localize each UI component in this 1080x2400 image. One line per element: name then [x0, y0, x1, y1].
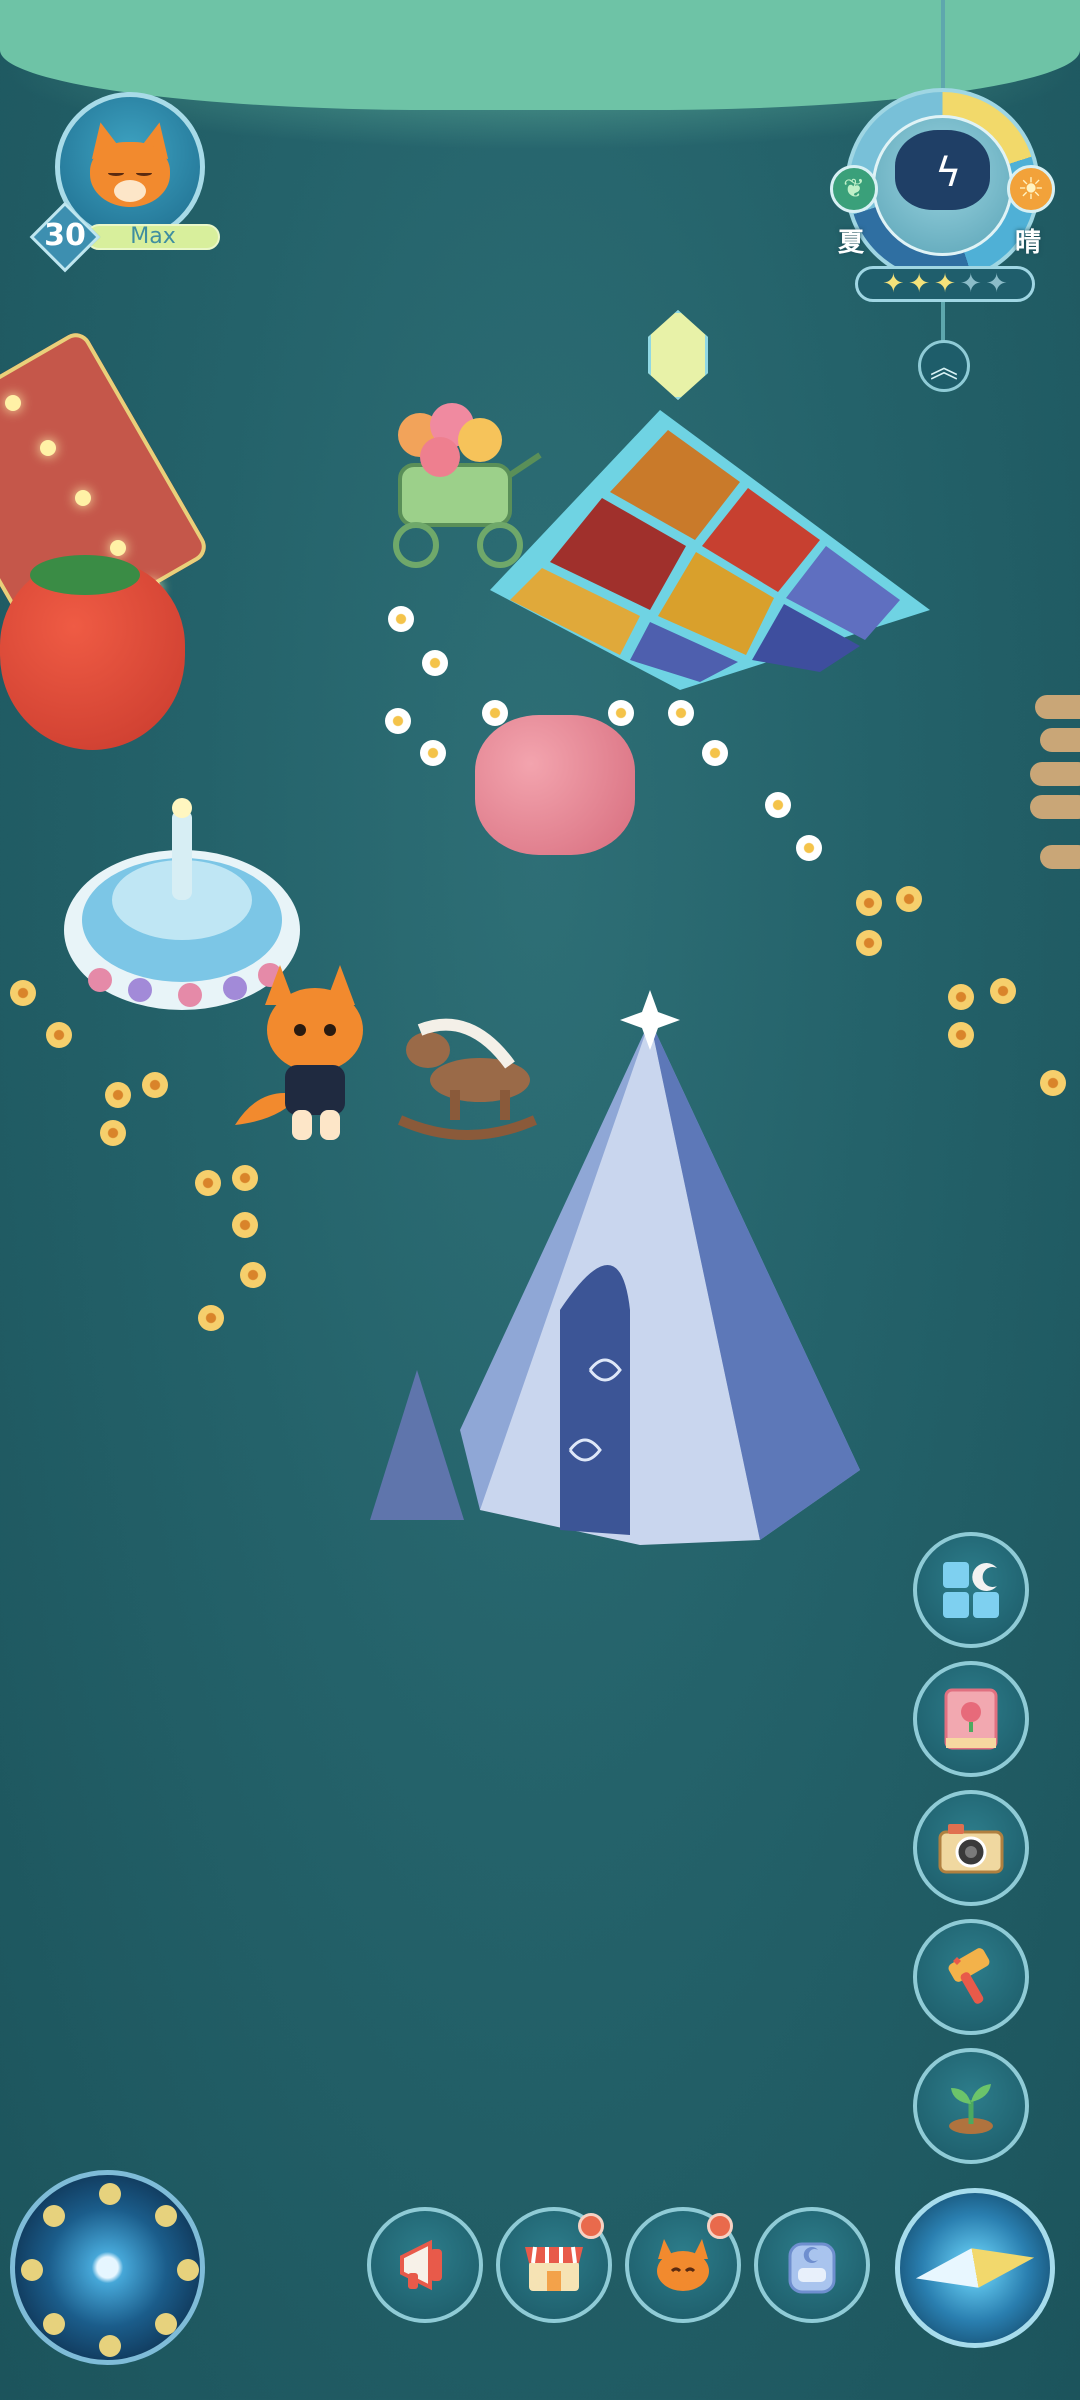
compass-button[interactable]	[895, 2188, 1055, 2348]
yellow-flower	[948, 984, 974, 1010]
sprout-icon	[949, 2084, 993, 2134]
yellow-flower	[948, 1022, 974, 1048]
white-flower	[702, 740, 728, 766]
white-flower	[608, 700, 634, 726]
plant-button[interactable]	[913, 2048, 1029, 2164]
yellow-flower	[240, 1262, 266, 1288]
yellow-flower	[1040, 1070, 1066, 1096]
yellow-flower	[105, 1082, 131, 1108]
fox-avatar-icon	[80, 119, 180, 212]
light-bulb	[40, 440, 56, 456]
yellow-flower	[856, 890, 882, 916]
lightning-icon: ϟ	[935, 150, 962, 196]
fox-character[interactable]	[230, 945, 380, 1150]
compass-needle-icon	[912, 2238, 1037, 2298]
white-flower	[422, 650, 448, 676]
yellow-flower	[46, 1022, 72, 1048]
moon-phase-icon	[21, 2259, 43, 2281]
rose-bush[interactable]	[475, 715, 635, 855]
double-chevron-up-icon: ︽	[929, 351, 958, 384]
leaf-season-icon: ❦	[830, 165, 878, 213]
yellow-flower	[896, 886, 922, 912]
yellow-flower	[195, 1170, 221, 1196]
fox-icon	[657, 2239, 709, 2291]
player-level: 30	[44, 218, 86, 253]
character-button[interactable]	[625, 2207, 741, 2323]
weather-condition-label: 晴	[1015, 228, 1042, 258]
yellow-flower	[990, 978, 1016, 1004]
yellow-flower	[856, 930, 882, 956]
white-flower	[388, 606, 414, 632]
moon-phase-icon	[177, 2259, 199, 2281]
stepping-stone	[1030, 762, 1080, 786]
crystal-pyramid-house[interactable]	[460, 990, 880, 1550]
stepping-stone	[1040, 845, 1080, 869]
moon-phase-icon	[99, 2335, 121, 2357]
yellow-flower	[232, 1212, 258, 1238]
moon-phase-icon	[155, 2313, 177, 2335]
yellow-flower	[100, 1120, 126, 1146]
white-flower	[420, 740, 446, 766]
notification-badge	[707, 2213, 733, 2239]
stepping-stone	[1035, 695, 1080, 719]
light-bulb	[5, 395, 21, 411]
announcement-button[interactable]	[367, 2207, 483, 2323]
stained-glass-greenhouse[interactable]	[490, 410, 930, 690]
moon-phase-icon	[43, 2205, 65, 2227]
level-max-label: Max	[130, 224, 176, 249]
build-mode-button[interactable]	[913, 1532, 1029, 1648]
light-bulb	[75, 490, 91, 506]
expand-weather-button[interactable]: ︽	[918, 340, 970, 392]
yellow-flower	[232, 1165, 258, 1191]
stepping-stone	[1030, 795, 1080, 819]
star-icon: ✦	[985, 269, 1008, 299]
hammer-icon	[948, 1948, 990, 2004]
white-flower	[765, 792, 791, 818]
white-flower	[385, 708, 411, 734]
moon-phase-icon	[43, 2313, 65, 2335]
megaphone-icon	[400, 2239, 442, 2291]
white-flower	[796, 835, 822, 861]
greenhouse-lamp	[648, 310, 708, 400]
star-icon: ✦	[959, 269, 982, 299]
camera-button[interactable]	[913, 1790, 1029, 1906]
book-icon	[944, 1688, 998, 1750]
star-icon: ✦	[908, 269, 931, 299]
light-bulb	[110, 540, 126, 556]
flower-guide-button[interactable]	[913, 1661, 1029, 1777]
shop-button[interactable]	[496, 2207, 612, 2323]
notification-badge	[578, 2213, 604, 2239]
moon-phase-icon	[99, 2183, 121, 2205]
shop-icon	[525, 2246, 583, 2291]
small-crystal-tree	[370, 1370, 464, 1520]
camera-icon	[938, 1824, 1004, 1874]
flower-cart[interactable]	[380, 395, 550, 575]
season-label: 夏	[838, 228, 865, 258]
yellow-flower	[198, 1305, 224, 1331]
yellow-flower	[142, 1072, 168, 1098]
moon-phase-icon	[155, 2205, 177, 2227]
hammer-button[interactable]	[913, 1919, 1029, 2035]
weather-stem	[941, 302, 945, 342]
weather-hanging-cord	[941, 0, 945, 95]
backpack-icon	[788, 2242, 836, 2294]
weather-star-rating: ✦ ✦ ✦ ✦ ✦	[855, 266, 1035, 302]
yellow-flower	[10, 980, 36, 1006]
backpack-button[interactable]	[754, 2207, 870, 2323]
magic-circle-button[interactable]	[10, 2170, 205, 2365]
white-flower	[668, 700, 694, 726]
star-icon: ✦	[934, 269, 956, 299]
stepping-stone	[1040, 728, 1080, 752]
star-icon: ✦	[882, 269, 905, 299]
grid-moon-icon	[943, 1562, 999, 1618]
strawberry-leaf	[30, 555, 140, 595]
sun-icon: ☀	[1007, 165, 1055, 213]
white-flower	[482, 700, 508, 726]
